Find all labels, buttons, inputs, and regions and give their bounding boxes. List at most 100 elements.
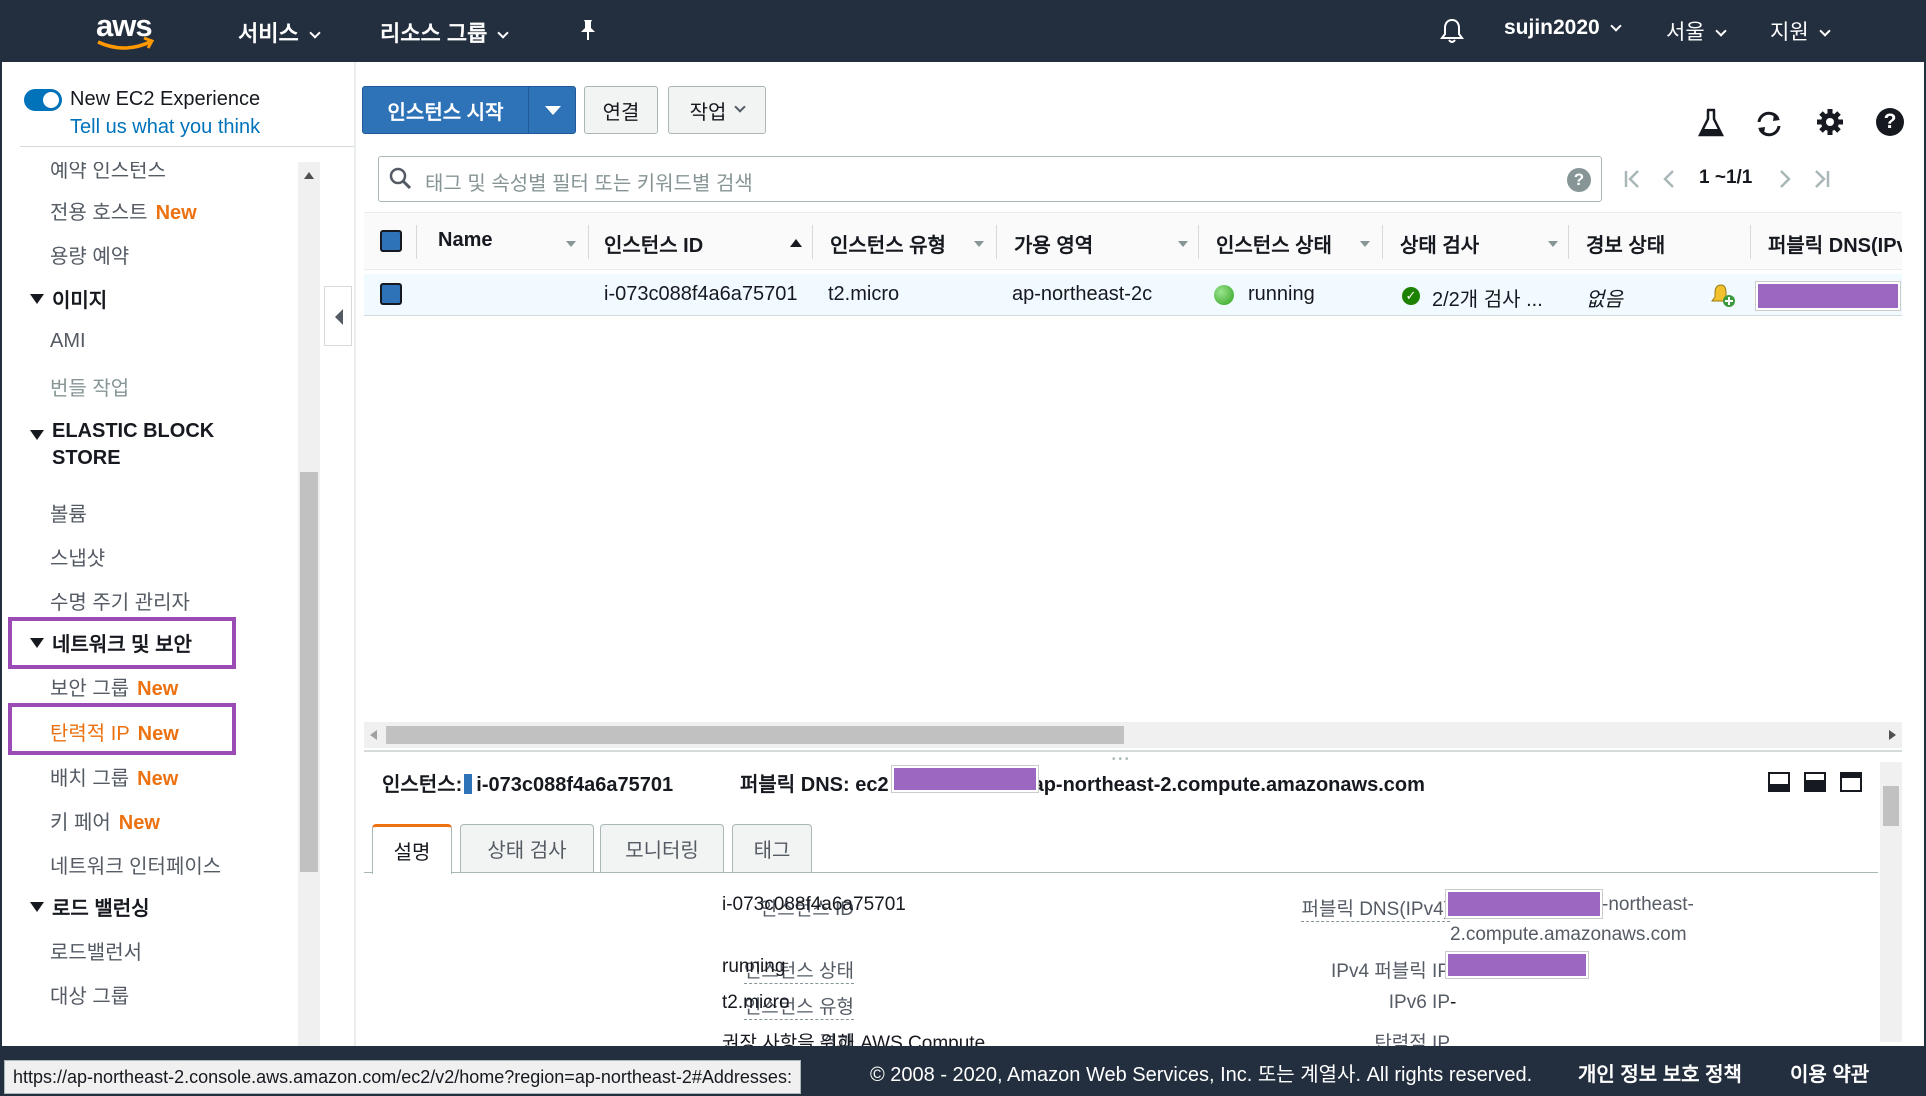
sidebar-section-load-balancing[interactable]: 로드 밸런싱 [30,896,150,923]
column-separator [588,225,589,259]
sort-icon[interactable] [1178,241,1188,247]
refresh-icon[interactable] [1754,110,1784,138]
field-label-ipv6-ip: IPv6 IP [1388,992,1450,1013]
chevron-down-icon [1818,25,1831,37]
support-menu[interactable]: 지원 [1770,16,1831,46]
sidebar-item-bundle-tasks[interactable]: 번들 작업 [50,372,129,401]
sort-icon[interactable] [1548,241,1558,247]
privacy-policy-link[interactable]: 개인 정보 보호 정책 [1578,1058,1742,1087]
table-header: Name 인스턴스 ID 인스턴스 유형 가용 영역 인스턴스 상태 상태 검사… [364,212,1902,270]
sidebar-item-placement-groups[interactable]: 배치 그룹 New [50,762,178,791]
detail-scroll-thumb[interactable] [1883,786,1899,826]
tab-monitoring[interactable]: 모니터링 [600,824,724,872]
chevron-down-icon [1610,20,1622,32]
resize-grip-icon[interactable]: ••• [1112,754,1132,765]
column-header-public-dns[interactable]: 퍼블릭 DNS(IPv [1768,229,1902,258]
tab-tags[interactable]: 태그 [732,824,812,872]
detail-scrollbar[interactable] [1880,762,1902,1042]
sidebar-item-lifecycle-manager[interactable]: 수명 주기 관리자 [50,586,190,615]
gear-icon[interactable] [1816,108,1844,136]
sidebar-item-network-interfaces[interactable]: 네트워크 인터페이스 [50,850,221,879]
account-menu[interactable]: sujin2020 [1504,16,1622,40]
sidebar-item-load-balancers[interactable]: 로드밸런서 [50,936,142,965]
sidebar-item-reserved-instances[interactable]: 예약 인스턴스 [50,162,166,183]
sort-icon[interactable] [566,241,576,247]
scroll-up-icon[interactable] [304,172,314,179]
top-navigation: aws 서비스 리소스 그룹 sujin2020 서울 지원 [2,2,1924,62]
bell-icon[interactable] [1440,18,1464,44]
sidebar-scrollbar[interactable] [298,162,320,1094]
sidebar-item-snapshots[interactable]: 스냅샷 [50,542,105,571]
search-input[interactable]: 태그 및 속성별 필터 또는 키워드별 검색 [425,167,753,196]
detail-dns-suffix: ap-northeast-2.compute.amazonaws.com [1032,774,1425,796]
connect-button[interactable]: 연결 [584,86,658,134]
sort-icon[interactable] [974,241,984,247]
help-icon[interactable]: ? [1876,108,1904,136]
select-all-checkbox[interactable] [380,230,402,252]
collapse-triangle-icon [30,902,44,912]
next-page-icon[interactable] [1776,168,1794,190]
sidebar-collapse-button[interactable] [324,286,352,346]
column-separator [1568,225,1569,259]
terms-link[interactable]: 이용 약관 [1790,1058,1869,1087]
panel-minimize-icon[interactable] [1768,772,1790,792]
first-page-icon[interactable] [1622,168,1644,190]
region-menu[interactable]: 서울 [1666,16,1727,46]
scroll-right-icon[interactable] [1889,730,1896,740]
tab-description[interactable]: 설명 [372,824,452,874]
prev-page-icon[interactable] [1660,168,1678,190]
last-page-icon[interactable] [1810,168,1832,190]
column-header-name[interactable]: Name [438,229,492,252]
sidebar-scroll-thumb[interactable] [300,472,318,872]
alarm-add-icon[interactable] [1710,282,1736,308]
highlight-box-network-security [8,617,236,669]
tab-status-checks[interactable]: 상태 검사 [460,824,594,872]
row-checkbox[interactable] [380,283,402,305]
sidebar-item-volumes[interactable]: 볼륨 [50,498,87,527]
sidebar-item-security-groups[interactable]: 보안 그룹 New [50,672,178,701]
search-help-icon[interactable]: ? [1567,168,1591,192]
pin-icon[interactable] [577,18,599,42]
chevron-down-icon [1714,25,1727,37]
sidebar-section-title: ELASTIC BLOCK STORE [52,420,215,469]
launch-instance-dropdown[interactable] [529,87,577,133]
table-row[interactable]: i-073c088f4a6a75701 t2.micro ap-northeas… [364,274,1902,316]
panel-maximize-icon[interactable] [1840,772,1862,792]
filter-search-box[interactable]: 태그 및 속성별 필터 또는 키워드별 검색 ? [378,156,1602,202]
launch-instance-main[interactable]: 인스턴스 시작 [363,87,529,133]
column-header-instance-type[interactable]: 인스턴스 유형 [830,229,946,258]
sidebar-item-key-pairs[interactable]: 키 페어 New [50,806,160,835]
column-header-status-checks[interactable]: 상태 검사 [1400,229,1479,258]
column-header-instance-state[interactable]: 인스턴스 상태 [1216,229,1332,258]
sidebar-item-capacity-reservations[interactable]: 용량 예약 [50,240,129,269]
sort-asc-icon[interactable] [790,239,802,247]
table-scroll-thumb[interactable] [386,726,1124,744]
resource-groups-menu[interactable]: 리소스 그룹 [380,16,509,48]
flask-icon[interactable] [1698,108,1724,138]
services-menu[interactable]: 서비스 [238,16,321,48]
new-experience-toggle[interactable] [24,89,62,111]
panel-half-icon[interactable] [1804,772,1826,792]
sidebar-item-label: 스냅샷 [50,548,106,570]
cell-instance-state: running [1248,283,1315,305]
feedback-link[interactable]: Tell us what you think [70,116,260,139]
column-header-availability-zone[interactable]: 가용 영역 [1014,229,1093,258]
sidebar-item-label: 볼륨 [50,504,87,526]
sidebar-item-target-groups[interactable]: 대상 그룹 [50,980,129,1009]
sort-icon[interactable] [1360,241,1370,247]
aws-logo[interactable]: aws [94,8,158,54]
sidebar-item-dedicated-hosts[interactable]: 전용 호스트 New [50,196,197,225]
scroll-left-icon[interactable] [370,730,377,740]
actions-button[interactable]: 작업 [668,86,766,134]
resource-groups-label: 리소스 그룹 [380,21,488,46]
column-header-instance-id[interactable]: 인스턴스 ID [604,229,703,258]
field-label-elastic-ip: 탄력적 IP [1374,1033,1450,1046]
table-horizontal-scrollbar[interactable] [364,722,1902,748]
sidebar-section-ebs[interactable]: ELASTIC BLOCK STORE [30,418,250,472]
redacted-dns-heading [892,766,1038,792]
column-header-alarm-status[interactable]: 경보 상태 [1586,229,1665,258]
launch-instance-button[interactable]: 인스턴스 시작 [362,86,576,134]
column-separator [1750,225,1751,259]
sidebar-item-ami[interactable]: AMI [50,330,86,353]
sidebar-section-images[interactable]: 이미지 [30,288,107,315]
